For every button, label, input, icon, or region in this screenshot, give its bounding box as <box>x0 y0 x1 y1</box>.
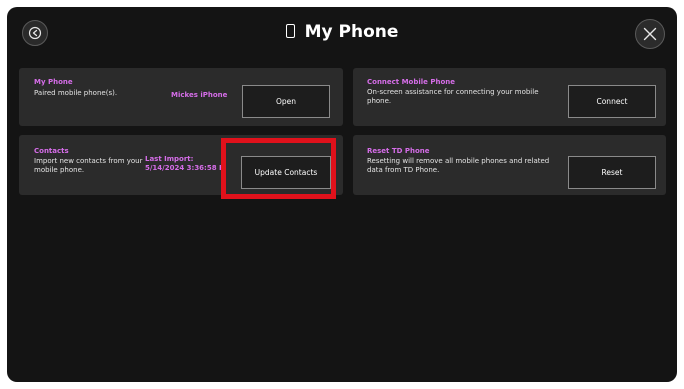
card-description: On-screen assistance for connecting your… <box>367 88 539 105</box>
last-import-label: Last Import: <box>145 155 194 163</box>
my-phone-screen: My Phone My Phone Paired mobile phone(s)… <box>7 7 677 382</box>
card-description: Paired mobile phone(s). <box>34 89 118 97</box>
phone-icon <box>285 24 295 38</box>
reset-td-phone-card: Reset TD Phone Resetting will remove all… <box>353 135 666 195</box>
card-title: My Phone <box>34 78 73 86</box>
connect-mobile-phone-card: Connect Mobile Phone On-screen assistanc… <box>353 68 666 126</box>
card-description: Import new contacts from your mobile pho… <box>34 157 143 174</box>
page-title: My Phone <box>304 22 399 42</box>
card-description: Resetting will remove all mobile phones … <box>367 157 550 174</box>
page-title-group: My Phone <box>7 22 677 42</box>
close-button[interactable] <box>635 19 665 49</box>
open-button[interactable]: Open <box>242 85 330 118</box>
connect-button[interactable]: Connect <box>568 85 656 118</box>
card-title: Reset TD Phone <box>367 147 430 155</box>
card-title: Connect Mobile Phone <box>367 78 456 86</box>
my-phone-card: My Phone Paired mobile phone(s). Mickes … <box>19 68 343 126</box>
reset-button[interactable]: Reset <box>568 156 656 189</box>
header: My Phone <box>7 7 677 61</box>
card-title: Contacts <box>34 147 69 155</box>
last-import-value: 5/14/2024 3:36:58 P <box>145 164 225 172</box>
device-name: Mickes iPhone <box>171 91 228 99</box>
close-icon <box>643 27 657 41</box>
highlight-box <box>221 138 336 199</box>
